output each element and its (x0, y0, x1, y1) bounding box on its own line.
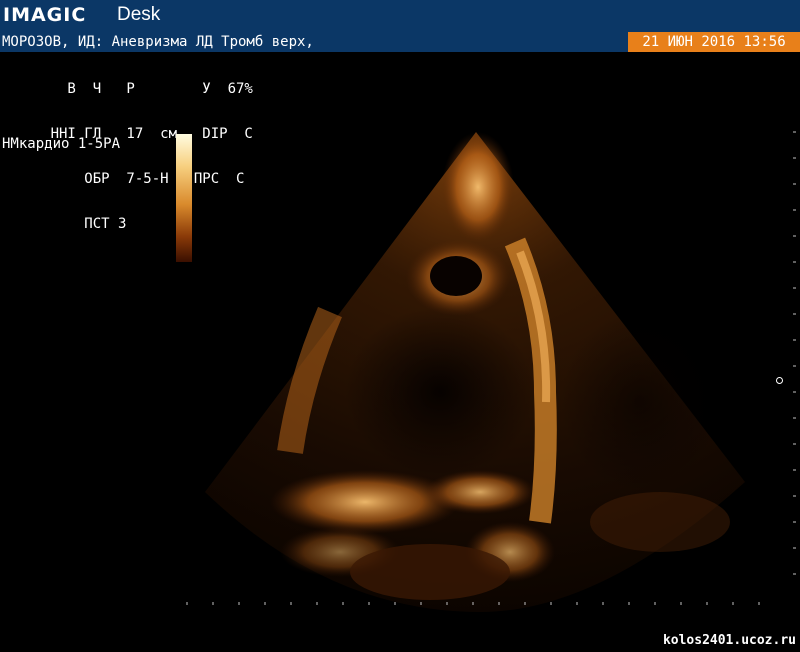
date-time-badge: 21 ИЮН 2016 13:56 (628, 32, 800, 52)
title-bar: IMAGIC Desk (0, 0, 800, 32)
focus-marker-icon (776, 377, 783, 384)
product-name: Desk (117, 4, 161, 25)
ultrasound-image (0, 52, 800, 652)
side-scale (793, 131, 796, 575)
thrombus-cavity (430, 256, 482, 296)
watermark: kolos2401.ucoz.ru (662, 633, 796, 648)
brand-logo: IMAGIC (3, 4, 87, 26)
ventricle-cavity (345, 307, 535, 477)
patient-info: МОРОЗОВ, ИД: Аневризма ЛД Тромб верх, (2, 34, 314, 50)
apex-echo (442, 132, 514, 242)
echo-sector-svg (186, 131, 796, 612)
depth-scale (186, 602, 760, 605)
